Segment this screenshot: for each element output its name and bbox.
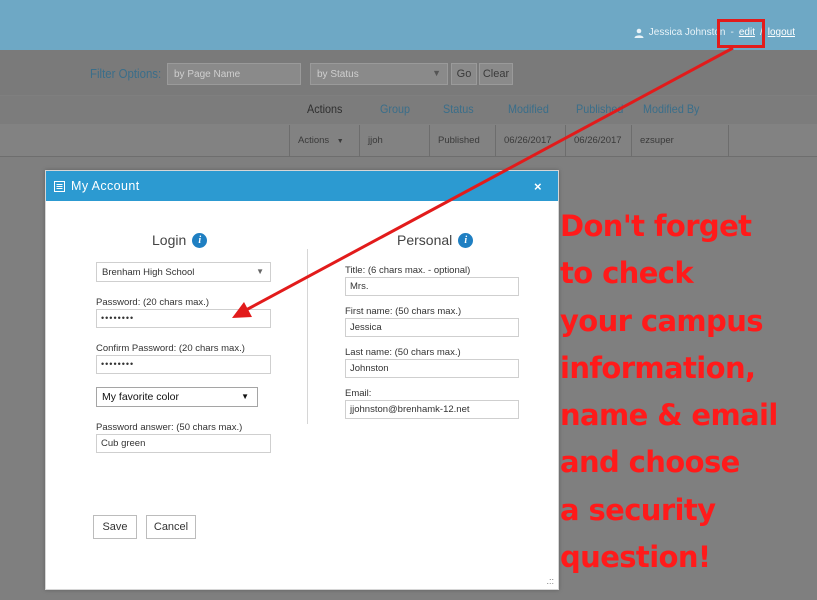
- annotation-arrow: [232, 46, 734, 318]
